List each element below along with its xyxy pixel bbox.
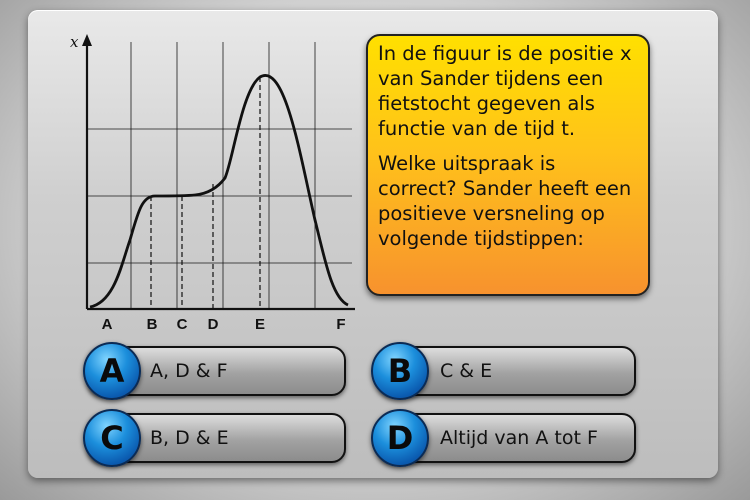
y-axis-label: x	[70, 33, 79, 51]
time-label-f: F	[336, 316, 345, 333]
answer-d-badge[interactable]: D	[371, 409, 429, 467]
time-label-b: B	[147, 316, 158, 333]
y-axis-arrow	[82, 34, 92, 46]
time-label-e: E	[255, 316, 265, 333]
question-paragraph-1: In de figuur is de positie x van Sander …	[378, 42, 632, 140]
time-label-d: D	[208, 316, 219, 333]
position-time-graph: x t A B C D E F	[70, 33, 355, 333]
answer-a-badge[interactable]: A	[83, 342, 141, 400]
question-paragraph-2: Welke uitspraak is correct? Sander heeft…	[378, 152, 632, 250]
answer-b-badge[interactable]: B	[371, 342, 429, 400]
answer-a-text: A, D & F	[150, 360, 228, 382]
answer-b-text: C & E	[440, 360, 493, 382]
grid	[87, 42, 352, 309]
answer-d-text: Altijd van A tot F	[440, 427, 598, 449]
answer-c-badge[interactable]: C	[83, 409, 141, 467]
answer-c-text: B, D & E	[150, 427, 229, 449]
position-curve	[89, 74, 349, 309]
question-box: In de figuur is de positie x van Sander …	[366, 34, 650, 296]
time-label-c: C	[177, 316, 188, 333]
time-label-a: A	[102, 316, 113, 333]
